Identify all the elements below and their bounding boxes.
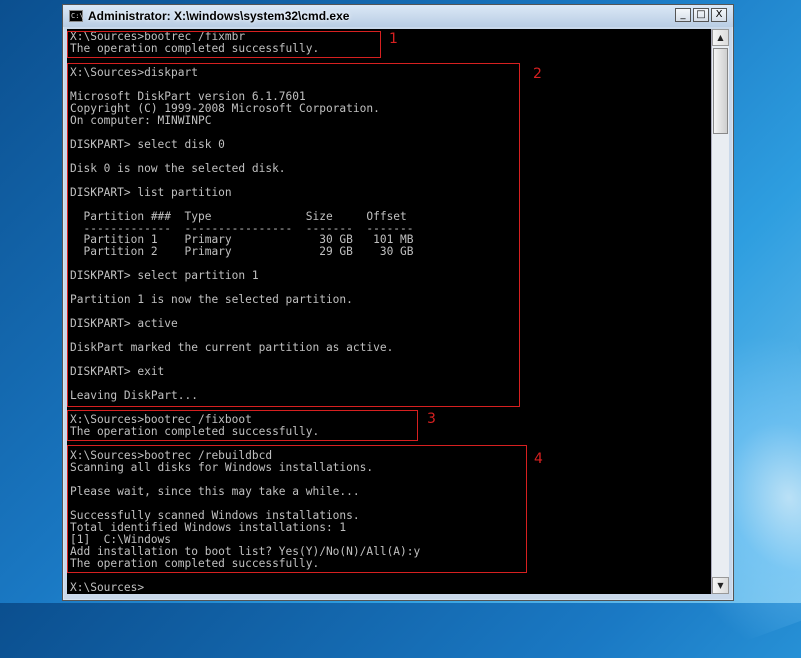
console-line: X:\Sources> [70, 580, 145, 594]
scroll-up-arrow-icon[interactable]: ▲ [712, 29, 729, 46]
minimize-button[interactable]: _ [675, 8, 691, 22]
vertical-scrollbar[interactable]: ▲ ▼ [711, 29, 729, 594]
window-title: Administrator: X:\windows\system32\cmd.e… [88, 9, 350, 23]
close-button[interactable]: X [711, 8, 727, 22]
cmd-window[interactable]: C:\ Administrator: X:\windows\system32\c… [62, 4, 734, 601]
annotation-box-2 [67, 63, 520, 407]
console-output[interactable]: X:\Sources>bootrec /fixmbr The operation … [67, 29, 711, 594]
scroll-down-arrow-icon[interactable]: ▼ [712, 577, 729, 594]
title-bar[interactable]: C:\ Administrator: X:\windows\system32\c… [63, 5, 733, 27]
annotation-label-1: 1 [389, 31, 398, 47]
annotation-box-1 [67, 31, 381, 58]
scroll-thumb[interactable] [713, 48, 728, 134]
annotation-label-2: 2 [533, 66, 542, 82]
annotation-box-3 [67, 410, 418, 441]
window-controls: _ □ X [675, 8, 727, 22]
maximize-button[interactable]: □ [693, 8, 709, 22]
cmd-icon: C:\ [69, 10, 84, 22]
annotation-box-4 [67, 445, 527, 573]
annotation-label-3: 3 [427, 411, 436, 427]
annotation-label-4: 4 [534, 451, 543, 467]
